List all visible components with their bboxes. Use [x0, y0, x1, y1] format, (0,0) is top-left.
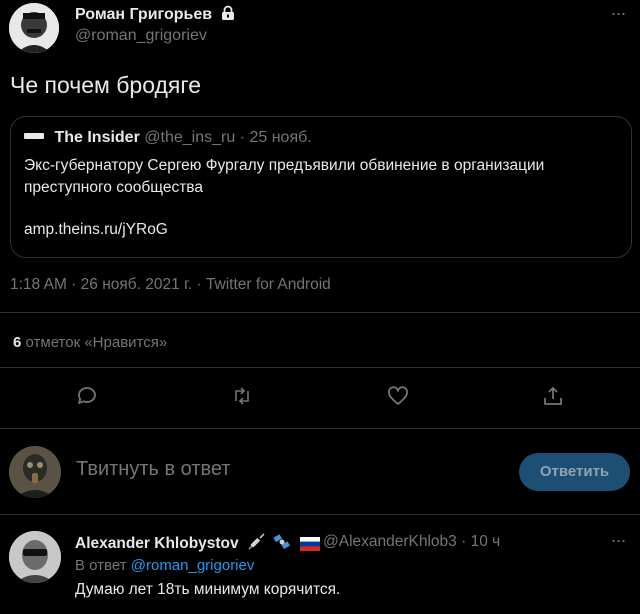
quote-separator: · [239, 129, 250, 146]
reply-author-name-text: Alexander Khlobystov [75, 535, 239, 552]
likes-count[interactable]: 6 отметок «Нравится» [13, 334, 167, 351]
author-name-text[interactable]: Роман Григорьев [75, 6, 212, 23]
lock-icon [220, 5, 236, 26]
russia-flag-emoji [299, 537, 320, 556]
tweet-text: Че почем бродяге [10, 72, 202, 98]
divider [0, 367, 640, 368]
syringe-emoji [247, 533, 265, 556]
reply-to-prefix: В ответ [75, 557, 127, 574]
quote-date: 25 нояб. [249, 129, 312, 146]
author-avatar[interactable] [9, 3, 59, 53]
divider [0, 428, 640, 429]
divider [0, 312, 640, 313]
tweet-timestamp[interactable]: 1:18 AM · 26 нояб. 2021 г. · Twitter for… [10, 276, 331, 294]
own-avatar[interactable] [9, 446, 61, 498]
quote-author-name: The Insider [54, 129, 140, 146]
retweet-icon[interactable] [230, 384, 258, 412]
likes-number: 6 [13, 334, 22, 351]
quote-text: Экс-губернатору Сергею Фургалу предъявил… [24, 157, 545, 196]
more-icon[interactable]: ··· [606, 3, 630, 23]
quote-link[interactable]: amp.theins.ru/jYRoG [24, 221, 168, 239]
author-name[interactable]: Роман Григорьев [75, 5, 236, 26]
reply-author-avatar[interactable] [9, 531, 61, 583]
author-handle[interactable]: @roman_grigoriev [75, 27, 207, 45]
reply-input[interactable]: Твитнуть в ответ [76, 458, 231, 481]
satellite-emoji [273, 533, 291, 556]
quote-header: The Insider @the_ins_ru · 25 нояб. [24, 129, 312, 147]
reply-separator: · [461, 533, 471, 550]
quoted-tweet[interactable]: The Insider @the_ins_ru · 25 нояб. Экс-г… [10, 116, 632, 258]
like-icon[interactable] [386, 384, 414, 412]
reply-author-handle[interactable]: @AlexanderKhlob3 [323, 533, 457, 550]
quote-author-handle: @the_ins_ru [144, 129, 236, 146]
reply-text: Думаю лет 18ть минимум корячится. [75, 581, 341, 598]
the-insider-logo-icon [24, 133, 44, 139]
more-icon[interactable]: ··· [606, 530, 630, 551]
likes-label: отметок «Нравится» [25, 334, 168, 351]
reply-to-mention[interactable]: @roman_grigoriev [131, 557, 255, 574]
reply-button[interactable]: Ответить [519, 453, 630, 491]
tweet-actions [0, 378, 640, 418]
divider [0, 514, 640, 515]
reply-icon[interactable] [75, 384, 103, 412]
reply-author-name[interactable]: Alexander Khlobystov [75, 533, 320, 556]
share-icon[interactable] [541, 384, 569, 412]
tweet-header: Роман Григорьев @roman_grigoriev ··· [0, 0, 640, 60]
reply-to: В ответ @roman_grigoriev [75, 557, 254, 574]
reply-time[interactable]: 10 ч [471, 533, 501, 550]
reply-author-meta: @AlexanderKhlob3 · 10 ч [323, 533, 500, 551]
